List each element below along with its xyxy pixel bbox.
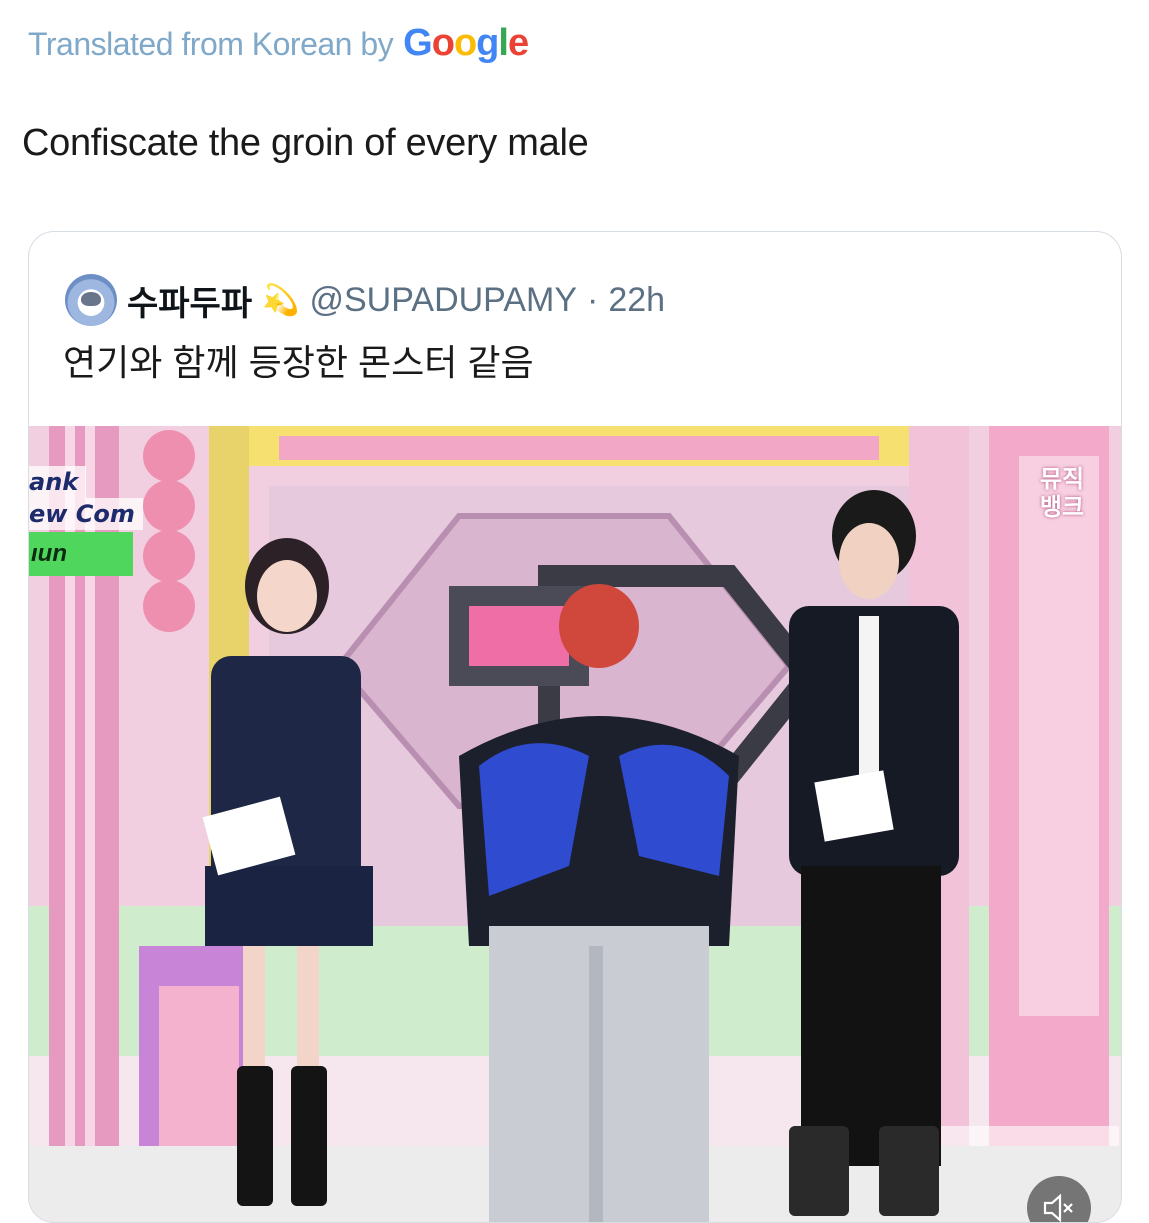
quoted-tweet-card[interactable]: 수파두파 💫 @SUPADUPAMY · 22h 연기와 함께 등장한 몬스터 … (28, 231, 1122, 1223)
quoted-tweet-header: 수파두파 💫 @SUPADUPAMY · 22h (65, 274, 665, 326)
google-letter: l (498, 22, 509, 64)
display-name[interactable]: 수파두파 (127, 276, 252, 325)
watermark-line: 뮤직 (1039, 466, 1085, 493)
google-letter: o (431, 22, 455, 64)
quoted-tweet-text: 연기와 함께 등장한 몬스터 같음 (63, 342, 534, 383)
timestamp[interactable]: 22h (608, 281, 665, 320)
avatar[interactable] (65, 274, 117, 326)
translated-from-label: Translated from Korean by (28, 26, 394, 62)
watermark-line: 뱅크 (1039, 494, 1085, 521)
show-watermark: 뮤직 뱅크 (1027, 466, 1097, 522)
overlay-label-line: ank (29, 466, 87, 498)
google-logo[interactable]: Google (403, 22, 529, 65)
google-letter: g (476, 22, 499, 64)
user-handle[interactable]: @SUPADUPAMY (309, 281, 577, 320)
translated-by-line: Translated from Korean by Google (28, 22, 529, 65)
google-letter: o (453, 22, 477, 64)
google-letter: G (403, 22, 433, 64)
speaker-muted-icon (1043, 1193, 1073, 1222)
video-player[interactable]: ank ew Com ıun 뮤직 뱅크 (29, 426, 1121, 1222)
video-frame (29, 426, 1121, 1222)
ticker-label: ıun (29, 532, 133, 576)
google-letter: e (507, 22, 529, 64)
tweet-text: Confiscate the groin of every male (22, 122, 589, 164)
overlay-label-line: ew Com (29, 498, 143, 530)
sparkle-emoji-icon: 💫 (262, 283, 300, 317)
separator-dot: · (587, 280, 599, 319)
